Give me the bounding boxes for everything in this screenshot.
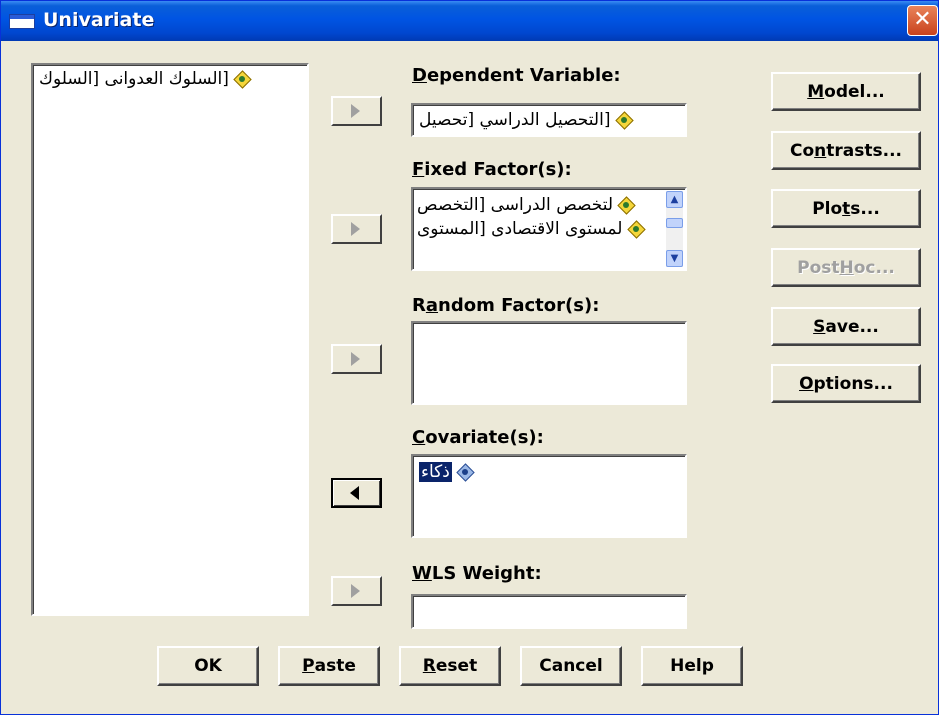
move-to-wls-button[interactable]	[331, 576, 382, 606]
scroll-down-icon[interactable]: ▼	[666, 250, 683, 267]
random-factors-label: Random Factor(s):	[412, 295, 600, 316]
help-button[interactable]: Help	[641, 646, 743, 686]
close-button[interactable]: ✕	[907, 5, 938, 36]
variable-icon	[627, 220, 646, 239]
wls-weight-label: WLS Weight:	[412, 563, 542, 584]
arrow-right-icon	[351, 352, 360, 366]
list-item[interactable]: لمستوى الاقتصادى [المستوى	[417, 219, 646, 239]
source-variable-list[interactable]: [السلوك العدوانى [السلوك	[31, 63, 309, 616]
dependent-variable-label: Dependent Variable:	[412, 65, 621, 86]
list-item[interactable]: [السلوك العدوانى [السلوك	[39, 69, 253, 89]
move-to-random-button[interactable]	[331, 344, 382, 374]
reset-button[interactable]: Reset	[399, 646, 501, 686]
window-icon	[9, 14, 35, 29]
ok-button[interactable]: OK	[157, 646, 259, 686]
arrow-right-icon	[351, 584, 360, 598]
variable-icon	[456, 463, 475, 482]
fixed-factors-list[interactable]: لتخصص الدراسى [التخصص لمستوى الاقتصادى […	[411, 187, 687, 271]
move-to-fixed-button[interactable]	[331, 214, 382, 244]
variable-icon	[233, 70, 253, 89]
univariate-dialog: Univariate ✕ [السلوك العدوانى [السلوك De…	[0, 0, 939, 715]
options-button[interactable]: Options...	[771, 364, 921, 403]
window-title: Univariate	[43, 9, 155, 31]
title-bar[interactable]: Univariate ✕	[1, 1, 938, 41]
list-item[interactable]: [التحصيل الدراسي [تحصيل	[419, 110, 634, 130]
remove-covariate-button[interactable]	[331, 478, 382, 508]
contrasts-button[interactable]: Co n trasts...	[771, 131, 921, 170]
variable-icon	[617, 196, 637, 215]
save-button[interactable]: Save...	[771, 307, 921, 346]
post-hoc-button: Post Hoc...	[771, 248, 921, 287]
arrow-right-icon	[351, 104, 360, 118]
scroll-up-icon[interactable]: ▲	[666, 191, 683, 208]
covariates-list[interactable]: ذكاء	[411, 454, 687, 538]
list-item[interactable]: ذكاء	[419, 462, 475, 482]
variable-icon	[615, 111, 634, 130]
dialog-body: [السلوك العدوانى [السلوك Dependent Varia…	[1, 41, 938, 714]
move-to-dependent-button[interactable]	[331, 96, 382, 126]
fixed-factors-scrollbar[interactable]: ▲ ▼	[666, 191, 683, 267]
arrow-right-icon	[351, 222, 360, 236]
wls-weight-field[interactable]	[411, 594, 687, 629]
cancel-button[interactable]: Cancel	[520, 646, 622, 686]
dependent-variable-field[interactable]: [التحصيل الدراسي [تحصيل	[411, 103, 687, 137]
list-item[interactable]: لتخصص الدراسى [التخصص	[417, 195, 637, 215]
arrow-left-icon	[350, 486, 359, 500]
paste-button[interactable]: Paste	[278, 646, 380, 686]
model-button[interactable]: Model...	[771, 72, 921, 111]
random-factors-list[interactable]	[411, 321, 687, 405]
plots-button[interactable]: Plo t s...	[771, 189, 921, 228]
fixed-factors-label: Fixed Factor(s):	[412, 159, 572, 180]
covariates-label: Covariate(s):	[412, 427, 544, 448]
scroll-thumb[interactable]	[666, 218, 683, 228]
